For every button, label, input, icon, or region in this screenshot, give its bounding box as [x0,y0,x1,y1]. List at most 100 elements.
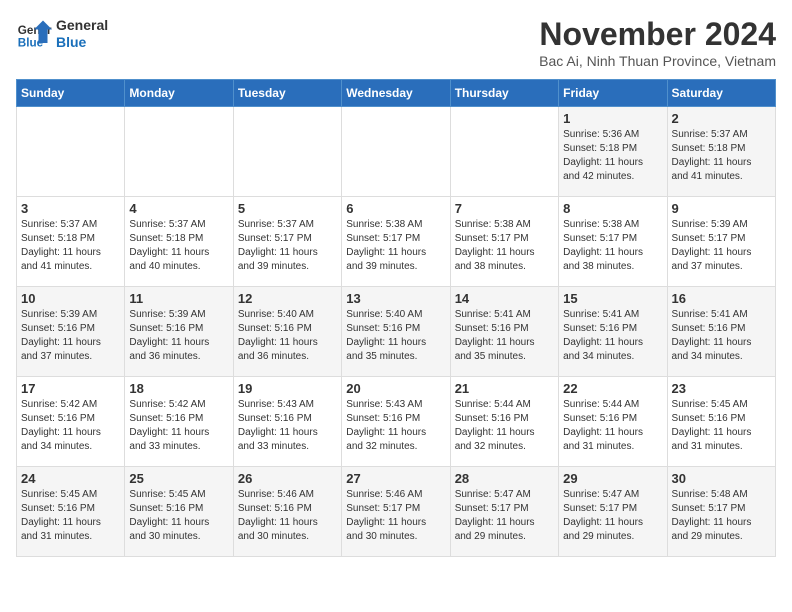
day-number: 10 [21,291,120,306]
day-number: 9 [672,201,771,216]
cell-info: Sunrise: 5:37 AM Sunset: 5:18 PM Dayligh… [672,128,771,184]
calendar-cell: 17Sunrise: 5:42 AM Sunset: 5:16 PM Dayli… [17,377,125,467]
calendar-cell: 26 Sunrise: 5:46 AM Sunset: 5:16 PM Dayli… [233,467,341,557]
calendar-cell: 13 Sunrise: 5:40 AM Sunset: 5:16 PM Dayli… [342,287,450,377]
cell-info: Sunrise: 5:45 AM Sunset: 5:16 PM Dayligh… [672,398,771,454]
day-number: 8 [563,201,662,216]
calendar-cell: 18 Sunrise: 5:42 AM Sunset: 5:16 PM Dayli… [125,377,233,467]
calendar-cell: 28 Sunrise: 5:47 AM Sunset: 5:17 PM Dayli… [450,467,558,557]
cell-info: Sunrise: 5:37 AM Sunset: 5:18 PM Dayligh… [129,218,228,274]
day-number: 28 [455,471,554,486]
calendar-cell: 16 Sunrise: 5:41 AM Sunset: 5:16 PM Dayli… [667,287,775,377]
cell-info: Sunrise: 5:41 AM Sunset: 5:16 PM Dayligh… [563,308,662,364]
cell-info: Sunrise: 5:39 AM Sunset: 5:17 PM Dayligh… [672,218,771,274]
day-number: 26 [238,471,337,486]
cell-info: Sunrise: 5:46 AM Sunset: 5:16 PM Dayligh… [238,488,337,544]
cell-info: Sunrise: 5:46 AM Sunset: 5:17 PM Dayligh… [346,488,445,544]
day-number: 25 [129,471,228,486]
week-row-1: 3 Sunrise: 5:37 AM Sunset: 5:18 PM Daylig… [17,197,776,287]
cell-info: Sunrise: 5:36 AM Sunset: 5:18 PM Dayligh… [563,128,662,184]
cell-info: Sunrise: 5:41 AM Sunset: 5:16 PM Dayligh… [672,308,771,364]
calendar-cell: 20 Sunrise: 5:43 AM Sunset: 5:16 PM Dayli… [342,377,450,467]
cell-info: Sunrise: 5:40 AM Sunset: 5:16 PM Dayligh… [346,308,445,364]
calendar-cell: 14 Sunrise: 5:41 AM Sunset: 5:16 PM Dayli… [450,287,558,377]
day-number: 23 [672,381,771,396]
cell-info: Sunrise: 5:45 AM Sunset: 5:16 PM Dayligh… [129,488,228,544]
day-number: 18 [129,381,228,396]
calendar-table: SundayMondayTuesdayWednesdayThursdayFrid… [16,79,776,557]
day-number: 13 [346,291,445,306]
day-number: 16 [672,291,771,306]
cell-info: Sunrise: 5:48 AM Sunset: 5:17 PM Dayligh… [672,488,771,544]
calendar-cell: 22 Sunrise: 5:44 AM Sunset: 5:16 PM Dayli… [559,377,667,467]
calendar-cell: 5Sunrise: 5:37 AM Sunset: 5:17 PM Daylig… [233,197,341,287]
calendar-cell: 3 Sunrise: 5:37 AM Sunset: 5:18 PM Daylig… [17,197,125,287]
cell-info: Sunrise: 5:44 AM Sunset: 5:16 PM Dayligh… [563,398,662,454]
day-number: 2 [672,111,771,126]
calendar-cell: 25 Sunrise: 5:45 AM Sunset: 5:16 PM Dayli… [125,467,233,557]
day-number: 3 [21,201,120,216]
day-number: 15 [563,291,662,306]
logo-line1: General [56,17,108,34]
day-number: 14 [455,291,554,306]
day-number: 30 [672,471,771,486]
calendar-cell: 9 Sunrise: 5:39 AM Sunset: 5:17 PM Daylig… [667,197,775,287]
calendar-cell [450,107,558,197]
cell-info: Sunrise: 5:47 AM Sunset: 5:17 PM Dayligh… [455,488,554,544]
calendar-cell: 4 Sunrise: 5:37 AM Sunset: 5:18 PM Daylig… [125,197,233,287]
calendar-cell: 21 Sunrise: 5:44 AM Sunset: 5:16 PM Dayli… [450,377,558,467]
logo: General Blue General Blue [16,16,108,52]
cell-info: Sunrise: 5:44 AM Sunset: 5:16 PM Dayligh… [455,398,554,454]
day-number: 20 [346,381,445,396]
week-row-2: 10 Sunrise: 5:39 AM Sunset: 5:16 PM Dayli… [17,287,776,377]
day-number: 22 [563,381,662,396]
cell-info: Sunrise: 5:39 AM Sunset: 5:16 PM Dayligh… [129,308,228,364]
calendar-cell: 12 Sunrise: 5:40 AM Sunset: 5:16 PM Dayli… [233,287,341,377]
day-number: 7 [455,201,554,216]
day-number: 1 [563,111,662,126]
page-title: November 2024 [539,16,776,53]
cell-info: Sunrise: 5:39 AM Sunset: 5:16 PM Dayligh… [21,308,120,364]
page-subtitle: Bac Ai, Ninh Thuan Province, Vietnam [539,53,776,69]
calendar-cell [125,107,233,197]
cell-info: Sunrise: 5:38 AM Sunset: 5:17 PM Dayligh… [346,218,445,274]
header-friday: Friday [559,80,667,107]
calendar-cell: 7Sunrise: 5:38 AM Sunset: 5:17 PM Daylig… [450,197,558,287]
day-number: 21 [455,381,554,396]
title-area: November 2024 Bac Ai, Ninh Thuan Provinc… [539,16,776,69]
calendar-cell: 6Sunrise: 5:38 AM Sunset: 5:17 PM Daylig… [342,197,450,287]
calendar-cell: 27 Sunrise: 5:46 AM Sunset: 5:17 PM Dayli… [342,467,450,557]
header-row: SundayMondayTuesdayWednesdayThursdayFrid… [17,80,776,107]
logo-icon: General Blue [16,16,52,52]
header-tuesday: Tuesday [233,80,341,107]
week-row-4: 24 Sunrise: 5:45 AM Sunset: 5:16 PM Dayli… [17,467,776,557]
header-sunday: Sunday [17,80,125,107]
cell-info: Sunrise: 5:37 AM Sunset: 5:18 PM Dayligh… [21,218,120,274]
day-number: 29 [563,471,662,486]
calendar-cell [342,107,450,197]
cell-info: Sunrise: 5:43 AM Sunset: 5:16 PM Dayligh… [346,398,445,454]
cell-info: Sunrise: 5:47 AM Sunset: 5:17 PM Dayligh… [563,488,662,544]
header-wednesday: Wednesday [342,80,450,107]
header-thursday: Thursday [450,80,558,107]
calendar-cell: 30 Sunrise: 5:48 AM Sunset: 5:17 PM Dayli… [667,467,775,557]
header-saturday: Saturday [667,80,775,107]
cell-info: Sunrise: 5:43 AM Sunset: 5:16 PM Dayligh… [238,398,337,454]
cell-info: Sunrise: 5:40 AM Sunset: 5:16 PM Dayligh… [238,308,337,364]
calendar-cell: 2 Sunrise: 5:37 AM Sunset: 5:18 PM Daylig… [667,107,775,197]
cell-info: Sunrise: 5:41 AM Sunset: 5:16 PM Dayligh… [455,308,554,364]
calendar-cell: 11Sunrise: 5:39 AM Sunset: 5:16 PM Dayli… [125,287,233,377]
cell-info: Sunrise: 5:42 AM Sunset: 5:16 PM Dayligh… [21,398,120,454]
calendar-cell: 23 Sunrise: 5:45 AM Sunset: 5:16 PM Dayli… [667,377,775,467]
day-number: 19 [238,381,337,396]
calendar-cell: 24 Sunrise: 5:45 AM Sunset: 5:16 PM Dayli… [17,467,125,557]
day-number: 24 [21,471,120,486]
calendar-cell: 10 Sunrise: 5:39 AM Sunset: 5:16 PM Dayli… [17,287,125,377]
cell-info: Sunrise: 5:42 AM Sunset: 5:16 PM Dayligh… [129,398,228,454]
calendar-cell: 19 Sunrise: 5:43 AM Sunset: 5:16 PM Dayli… [233,377,341,467]
day-number: 27 [346,471,445,486]
week-row-3: 17Sunrise: 5:42 AM Sunset: 5:16 PM Dayli… [17,377,776,467]
cell-info: Sunrise: 5:45 AM Sunset: 5:16 PM Dayligh… [21,488,120,544]
day-number: 4 [129,201,228,216]
day-number: 12 [238,291,337,306]
